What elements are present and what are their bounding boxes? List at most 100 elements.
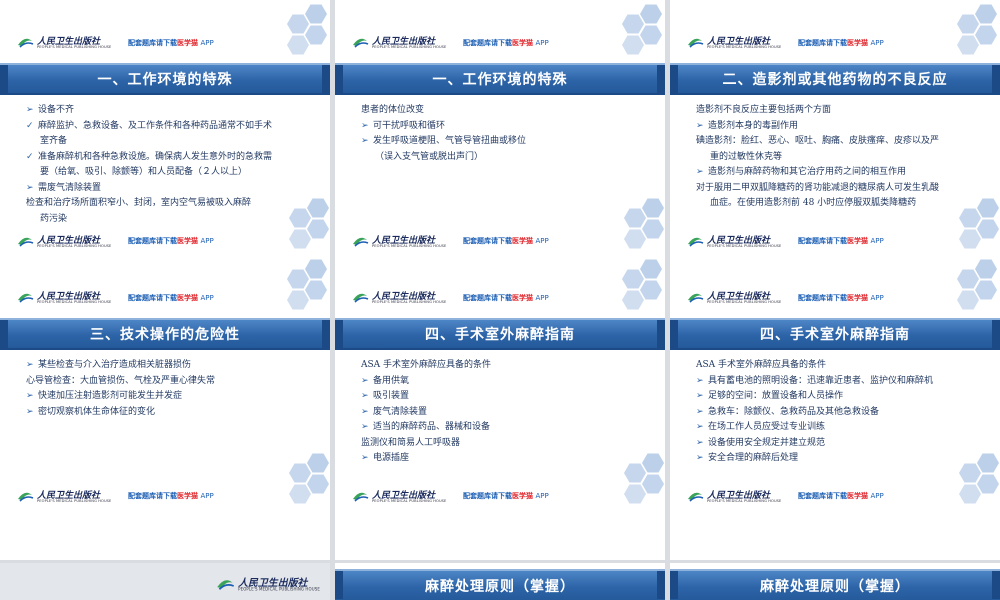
content-line: 密切观察机体生命体征的变化 [26,405,318,421]
publisher-name-en: PEOPLE'S MEDICAL PUBLISHING HOUSE [37,244,112,248]
app-promo: 配套题库请下载医学猫 APP [798,293,884,303]
slide-3[interactable]: 人民卫生出版社 PEOPLE'S MEDICAL PUBLISHING HOUSE… [670,0,1000,255]
content-line: 快速加压注射造影剂可能发生并发症 [26,389,318,405]
slide-content: ASA 手术室外麻醉应具备的条件具有蓄电池的照明设备：迅速靠近患者、监护仪和麻醉… [696,358,988,467]
slide-title: 二、造影剂或其他药物的不良反应 [722,72,948,88]
publisher-name-en: PEOPLE'S MEDICAL PUBLISHING HOUSE [37,499,112,503]
publisher-logo: 人民卫生出版社 PEOPLE'S MEDICAL PUBLISHING HOUSE [16,489,116,507]
promo-brand: 医学猫 [512,492,533,500]
slide-title-bar: 三、技术操作的危险性 [0,318,330,350]
promo-brand: 医学猫 [177,39,198,47]
content-line: 心导管检查：大血管损伤、气栓及严重心律失常 [26,375,216,386]
hexagon-decoration [276,2,330,58]
promo-brand: 医学猫 [512,39,533,47]
content-line: 备用供氧 [361,374,653,390]
promo-prefix: 配套题库请下载 [463,492,512,500]
app-promo: 配套题库请下载医学猫 APP [463,491,549,501]
content-line: 麻醉监护、急救设备、及工作条件和各种药品通常不如手术 [26,119,318,135]
publisher-logo: 人民卫生出版社 PEOPLE'S MEDICAL PUBLISHING HOUSE [686,35,786,53]
content-line: 需废气清除装置 [26,181,318,197]
publisher-logo-icon [688,492,704,502]
promo-suffix: APP [200,237,214,245]
slide-9[interactable]: 麻醉处理原则（掌握） [670,563,1000,600]
content-line: 对于服用二甲双胍降糖药的肾功能减退的糖尿病人可发生乳酸 [696,182,940,193]
promo-prefix: 配套题库请下载 [463,294,512,302]
slide-footer: 人民卫生出版社 PEOPLE'S MEDICAL PUBLISHING HOUSE… [335,460,665,510]
slide-title: 四、手术室外麻醉指南 [425,327,575,343]
slide-title: 四、手术室外麻醉指南 [760,327,910,343]
slide-2[interactable]: 人民卫生出版社 PEOPLE'S MEDICAL PUBLISHING HOUSE… [335,0,665,255]
content-line: 室齐备 [40,136,68,146]
slide-footer: 人民卫生出版社 PEOPLE'S MEDICAL PUBLISHING HOUSE… [0,460,330,510]
promo-suffix: APP [870,39,884,47]
promo-brand: 医学猫 [847,39,868,47]
slide-title-bar: 四、手术室外麻醉指南 [670,318,1000,350]
publisher-name-en: PEOPLE'S MEDICAL PUBLISHING HOUSE [372,244,447,248]
slide-8[interactable]: 麻醉处理原则（掌握） [335,563,665,600]
promo-suffix: APP [200,294,214,302]
app-promo: 配套题库请下载医学猫 APP [128,293,214,303]
slide-7[interactable]: 人民卫生出版社 PEOPLE'S MEDICAL PUBLISHING HOUSE [0,563,330,600]
slide-5[interactable]: 人民卫生出版社 PEOPLE'S MEDICAL PUBLISHING HOUSE… [335,255,665,560]
content-line: 足够的空间：放置设备和人员操作 [696,389,988,405]
publisher-logo-icon [353,293,369,303]
content-line: 废气清除装置 [361,405,653,421]
publisher-logo: 人民卫生出版社 PEOPLE'S MEDICAL PUBLISHING HOUSE [351,35,451,53]
slide-content: ASA 手术室外麻醉应具备的条件备用供氧吸引装置废气清除装置适当的麻醉药品、器械… [361,358,653,467]
content-line: 具有蓄电池的照明设备：迅速靠近患者、监护仪和麻醉机 [696,374,988,390]
hexagon-decoration [611,2,665,58]
app-promo: 配套题库请下载医学猫 APP [463,293,549,303]
publisher-logo: 人民卫生出版社 PEOPLE'S MEDICAL PUBLISHING HOUSE [686,489,786,507]
content-line: 重的过敏性休克等 [710,151,783,162]
hexagon-decoration [946,257,1000,313]
promo-prefix: 配套题库请下载 [128,237,177,245]
publisher-logo: 人民卫生出版社 PEOPLE'S MEDICAL PUBLISHING HOUSE [16,290,116,308]
app-promo: 配套题库请下载医学猫 APP [128,491,214,501]
publisher-logo: 人民卫生出版社 PEOPLE'S MEDICAL PUBLISHING HOUSE [686,234,786,252]
promo-suffix: APP [535,39,549,47]
publisher-logo-icon [353,38,369,48]
promo-prefix: 配套题库请下载 [463,39,512,47]
content-line: 监测仪和简易人工呼吸器 [361,437,461,448]
promo-prefix: 配套题库请下载 [798,492,847,500]
promo-brand: 医学猫 [847,294,868,302]
slide-4[interactable]: 人民卫生出版社 PEOPLE'S MEDICAL PUBLISHING HOUSE… [0,255,330,560]
slide-1[interactable]: 人民卫生出版社 PEOPLE'S MEDICAL PUBLISHING HOUSE… [0,0,330,255]
slide-title-bar: 一、工作环境的特殊 [335,63,665,95]
content-line: 造影剂与麻醉药物和其它治疗用药之间的相互作用 [696,165,988,181]
promo-brand: 医学猫 [512,237,533,245]
publisher-logo: 人民卫生出版社 PEOPLE'S MEDICAL PUBLISHING HOUSE [351,290,451,308]
slide-title-bar: 一、工作环境的特殊 [0,63,330,95]
content-line: 在场工作人员应受过专业训练 [696,420,988,436]
slide-6[interactable]: 人民卫生出版社 PEOPLE'S MEDICAL PUBLISHING HOUSE… [670,255,1000,560]
content-line: ASA 手术室外麻醉应具备的条件 [696,360,827,370]
content-line: 造影剂本身的毒副作用 [696,119,988,135]
app-promo: 配套题库请下载医学猫 APP [798,38,884,48]
promo-suffix: APP [535,492,549,500]
publisher-logo-icon [353,237,369,247]
promo-prefix: 配套题库请下载 [798,294,847,302]
content-line: 患者的体位改变 [361,105,425,115]
content-line: 碘造影剂：脸红、恶心、呕吐、胸痛、皮肤瘙痒、皮疹以及严 [696,136,940,146]
slide-title: 三、技术操作的危险性 [90,327,240,343]
publisher-name-en: PEOPLE'S MEDICAL PUBLISHING HOUSE [707,244,782,248]
promo-prefix: 配套题库请下载 [128,39,177,47]
hexagon-decoration [276,257,330,313]
promo-prefix: 配套题库请下载 [798,237,847,245]
publisher-name-en: PEOPLE'S MEDICAL PUBLISHING HOUSE [37,45,112,49]
slide-title: 一、工作环境的特殊 [97,72,233,88]
publisher-logo: 人民卫生出版社 PEOPLE'S MEDICAL PUBLISHING HOUSE [215,576,325,596]
promo-brand: 医学猫 [177,492,198,500]
slide-title: 麻醉处理原则（掌握） [425,579,575,595]
publisher-logo: 人民卫生出版社 PEOPLE'S MEDICAL PUBLISHING HOUSE [16,234,116,252]
content-line: 急救车：除颤仪、急救药品及其他急救设备 [696,405,988,421]
publisher-logo-icon [217,580,235,590]
slide-footer: 人民卫生出版社 PEOPLE'S MEDICAL PUBLISHING HOUSE… [670,460,1000,510]
publisher-logo-icon [688,38,704,48]
promo-prefix: 配套题库请下载 [463,237,512,245]
slide-footer: 人民卫生出版社 PEOPLE'S MEDICAL PUBLISHING HOUSE… [335,205,665,255]
promo-suffix: APP [870,492,884,500]
promo-suffix: APP [535,237,549,245]
content-line: （误入支气管或脱出声门） [375,151,484,162]
slide-content: 造影剂不良反应主要包括两个方面造影剂本身的毒副作用碘造影剂：脸红、恶心、呕吐、胸… [696,103,988,212]
